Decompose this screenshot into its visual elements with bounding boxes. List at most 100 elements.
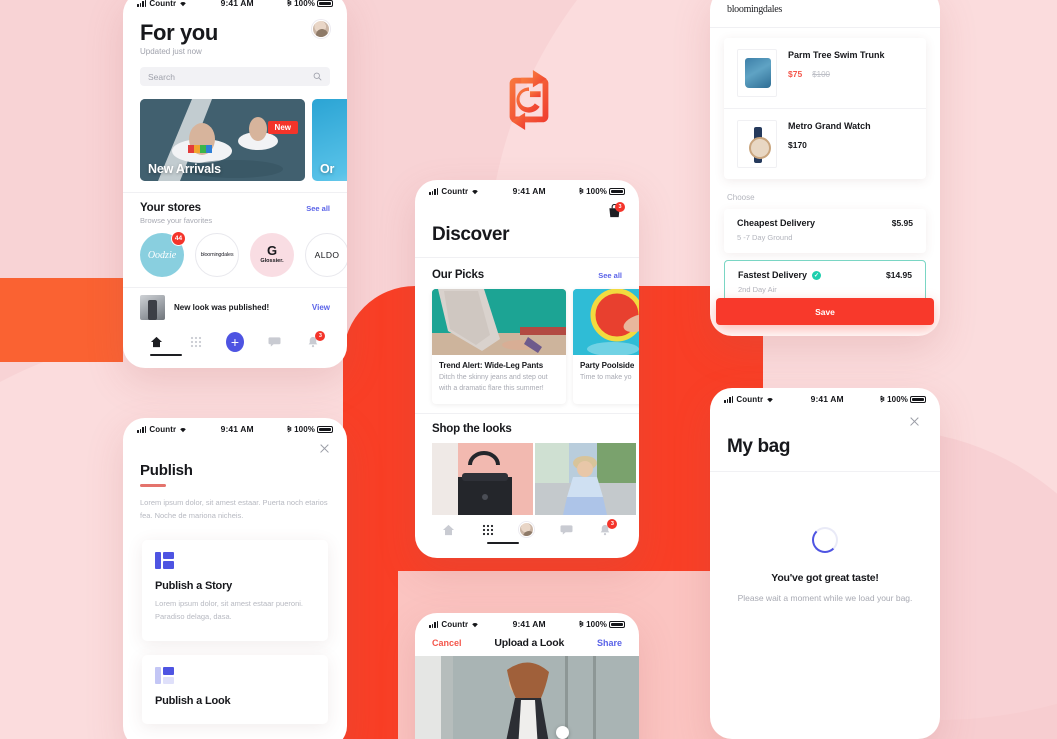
page-title-discover: Discover [432,224,510,245]
signal-bars-icon [429,187,439,195]
shop-the-looks-list[interactable] [415,435,639,515]
tab-profile-avatar-icon[interactable] [518,521,536,539]
battery-icon [317,425,333,433]
look-card-bag[interactable] [432,442,533,515]
cart-item-price-1: $75 [788,68,803,79]
tab-add-button[interactable]: + [225,332,244,352]
battery-icon [910,395,926,403]
save-button[interactable]: Save [716,298,934,325]
phone-screen-for-you: Countr 9:41 AM 100% For you Updated just… [123,0,347,368]
upload-photo-preview[interactable] [415,656,639,739]
layout-look-icon [155,667,174,685]
delivery-option-sub-2: 2nd Day Air [738,285,777,294]
close-icon[interactable] [909,416,923,430]
plus-icon[interactable]: + [225,332,244,352]
pick-card[interactable]: Trend Alert: Wide-Leg Pants Ditch the sk… [432,289,566,404]
delivery-option-sub-1: 5 -7 Day Ground [737,233,793,242]
hero-card-next[interactable]: Or [312,99,347,181]
wifi-icon [180,1,187,6]
tab-bar[interactable]: + 3 [123,327,347,352]
phone-screen-checkout: bloomingdales Parm Tree Swim Trunk $75 $… [710,0,940,336]
notification-row[interactable]: New look was published! View [123,288,347,327]
search-placeholder: Search [148,71,175,82]
status-bar-mybag: Countr 9:41 AM 100% [710,388,940,406]
notification-text: New look was published! [174,303,270,312]
cart-item-row[interactable]: Parm Tree Swim Trunk $75 $100 [724,38,926,108]
your-stores-see-all[interactable]: See all [306,204,330,213]
stores-list[interactable]: Oodzie 44 bloomingdales G Glossier. ALDO [123,225,347,277]
cancel-button[interactable]: Cancel [432,638,462,648]
hero-carousel[interactable]: New New Arrivals Or [140,99,347,181]
bag-count-badge: 3 [615,202,625,212]
tab-active-underline [150,354,182,356]
page-subtitle: Updated just now [140,47,202,56]
phone-screen-upload-a-look: Countr 9:41 AM 100% Cancel Upload a Look… [415,613,639,739]
publish-story-title: Publish a Story [155,579,233,592]
wifi-icon [472,622,479,627]
battery-label: 100% [887,394,908,404]
bluetooth-icon [287,0,292,7]
publish-story-card[interactable]: Publish a Story Lorem ipsum dolor, sit a… [142,539,328,642]
signal-bars-icon [724,395,734,403]
battery-label: 100% [294,0,315,8]
tab-chat-icon[interactable] [265,333,283,351]
page-title-publish: Publish [140,462,193,479]
clock-label: 9:41 AM [810,394,844,404]
status-bar: Countr 9:41 AM 100% [123,0,347,10]
our-picks-list[interactable]: Trend Alert: Wide-Leg Pants Ditch the sk… [415,281,639,404]
notification-view-link[interactable]: View [312,303,330,312]
pick-image-1 [432,289,566,355]
glossier-mark-icon: G [266,243,278,259]
hero-card-new-arrivals[interactable]: New New Arrivals [140,99,305,181]
our-picks-see-all[interactable]: See all [598,271,622,280]
battery-label: 100% [294,424,315,434]
tab-home-icon[interactable] [440,521,458,539]
signal-bars-icon [429,620,439,628]
store-item-glossier[interactable]: G Glossier. [250,233,294,277]
crop-handle[interactable] [556,726,569,739]
tab-grid-icon[interactable] [479,521,497,539]
store-item-bloomingdales[interactable]: bloomingdales [195,233,239,277]
search-icon [313,72,322,81]
store-item-oodzie[interactable]: Oodzie 44 [140,231,186,277]
publish-look-card[interactable]: Publish a Look [142,655,328,725]
tab-home-icon[interactable] [148,333,166,351]
tab-notifications-icon[interactable]: 3 [596,518,618,539]
look-card-outfit[interactable] [535,442,636,515]
canvas: Countr 9:41 AM 100% For you Updated just… [0,0,1057,739]
clock-label: 9:41 AM [220,424,254,434]
delivery-option-cheapest[interactable]: Cheapest Delivery 5 -7 Day Ground $5.95 [724,209,926,253]
bg-orange-rectangle [0,278,123,362]
our-picks-title: Our Picks [432,269,484,281]
delivery-option-name-1: Cheapest Delivery [737,218,816,228]
tab-grid-icon[interactable] [187,333,205,351]
page-title-upload: Upload a Look [494,637,565,649]
carrier-label: Countr [441,619,469,629]
wifi-icon [472,189,479,194]
cart-item-old-price-1: $100 [812,69,830,79]
cart-item-row-2[interactable]: Metro Grand Watch $170 [724,108,926,179]
hero-card-label: New Arrivals [148,162,221,176]
bluetooth-icon [880,395,885,403]
pick-card-2[interactable]: Party Poolside Time to make yo [573,289,639,404]
user-avatar[interactable] [312,20,330,38]
share-button[interactable]: Share [597,638,622,648]
notification-count-badge: 3 [607,518,618,529]
store-label-3: Glossier. [260,257,284,264]
search-input[interactable]: Search [140,67,330,86]
page-title-my-bag: My bag [727,436,791,457]
loading-heading: You've got great taste! [771,572,879,584]
choose-label: Choose [727,193,755,202]
store-item-aldo[interactable]: ALDO [305,233,347,277]
tab-bar-discover[interactable]: 3 [415,515,639,539]
bluetooth-icon [579,620,584,628]
tab-chat-icon[interactable] [557,521,575,539]
hero-card-label-2: Or [320,162,335,176]
avatar[interactable] [519,522,535,538]
swim-trunk-thumbnail [737,49,777,97]
shopping-bag-icon[interactable]: 3 [607,202,625,218]
battery-icon [317,0,333,7]
tab-notifications-icon[interactable]: 3 [304,331,326,351]
close-icon[interactable] [319,443,330,454]
battery-icon [609,187,625,195]
